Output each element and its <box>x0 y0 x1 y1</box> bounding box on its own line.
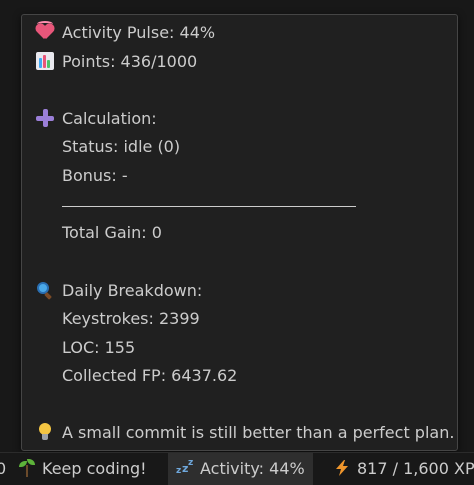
activity-pulse-row: Activity Pulse: 44% <box>36 21 216 43</box>
activity-label: Activity: 44% <box>200 459 305 478</box>
magnifier-icon <box>36 281 54 300</box>
keep-coding-label: Keep coding! <box>42 459 147 478</box>
daily-breakdown-heading-row: Daily Breakdown: <box>36 281 202 301</box>
keep-coding-item[interactable]: Keep coding! <box>18 453 147 485</box>
tip-text: A small commit is still better than a pe… <box>62 423 455 442</box>
breakdown-keystrokes: Keystrokes: 2399 <box>62 309 200 328</box>
activity-status-item[interactable]: z z z Activity: 44% <box>168 453 313 485</box>
light-bulb-icon <box>36 423 54 441</box>
xp-label: 817 / 1,600 XP <box>357 459 474 478</box>
activity-tooltip: Activity Pulse: 44% Points: 436/1000 Cal… <box>21 14 458 451</box>
calculation-divider <box>62 206 356 207</box>
plus-icon <box>36 109 54 127</box>
tip-row: A small commit is still better than a pe… <box>36 423 454 443</box>
xp-item[interactable]: 817 / 1,600 XP <box>333 453 474 485</box>
lightning-bolt-icon <box>333 459 351 477</box>
statusbar-leading-fragment[interactable]: 0 <box>0 453 6 485</box>
points-text: Points: 436/1000 <box>62 52 198 71</box>
calculation-total-gain: Total Gain: 0 <box>62 223 162 242</box>
calculation-bonus: Bonus: - <box>62 166 128 185</box>
status-bar: 0 Keep coding! z z z Activity: 44% 817 /… <box>0 452 474 485</box>
activity-pulse-text: Activity Pulse: 44% <box>62 23 216 42</box>
sleeping-zzz-icon: z z z <box>176 458 194 476</box>
breakdown-collected-fp: Collected FP: 6437.62 <box>62 366 238 385</box>
breakdown-loc: LOC: 155 <box>62 338 136 357</box>
bar-chart-icon <box>36 52 54 70</box>
seedling-icon <box>18 459 36 477</box>
calculation-heading-row: Calculation: <box>36 109 157 129</box>
calculation-heading: Calculation: <box>62 109 157 128</box>
daily-breakdown-heading: Daily Breakdown: <box>62 281 203 300</box>
heart-pulse-icon <box>36 21 54 41</box>
points-row: Points: 436/1000 <box>36 52 197 72</box>
calculation-status: Status: idle (0) <box>62 137 181 156</box>
